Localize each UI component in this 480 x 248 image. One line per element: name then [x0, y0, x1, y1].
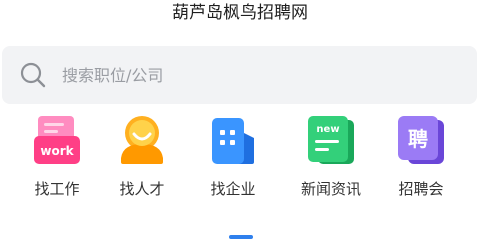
search-input[interactable] — [60, 64, 444, 86]
nav-item-job-fair[interactable]: 聘 招聘会 — [376, 114, 466, 204]
page-indicator — [229, 235, 253, 239]
nav-label-news: 新闻资讯 — [300, 180, 361, 198]
job-fair-icon: 聘 — [396, 114, 446, 166]
nav-item-find-job[interactable]: work 找工作 — [12, 114, 102, 204]
nav-item-find-talent[interactable]: 找人才 — [97, 114, 187, 204]
talent-person-icon — [117, 114, 167, 166]
nav-label-find-talent: 找人才 — [119, 180, 165, 198]
nav-item-news[interactable]: new 新闻资讯 — [286, 114, 376, 204]
search-icon — [18, 60, 48, 90]
news-icon: new — [306, 114, 356, 166]
svg-text:work: work — [40, 144, 74, 158]
svg-text:聘: 聘 — [408, 127, 428, 151]
work-briefcase-icon: work — [32, 114, 82, 166]
search-bar[interactable] — [2, 46, 477, 104]
svg-text:new: new — [316, 124, 339, 135]
company-building-icon — [208, 114, 258, 166]
nav-label-job-fair: 招聘会 — [398, 180, 444, 198]
quick-nav: work 找工作 找人才 找企业 new 新闻资讯 聘 招聘会 — [0, 114, 480, 204]
nav-label-find-job: 找工作 — [34, 180, 80, 198]
nav-label-find-company: 找企业 — [210, 180, 256, 198]
nav-item-find-company[interactable]: 找企业 — [188, 114, 278, 204]
page-title: 葫芦岛枫鸟招聘网 — [172, 3, 308, 23]
